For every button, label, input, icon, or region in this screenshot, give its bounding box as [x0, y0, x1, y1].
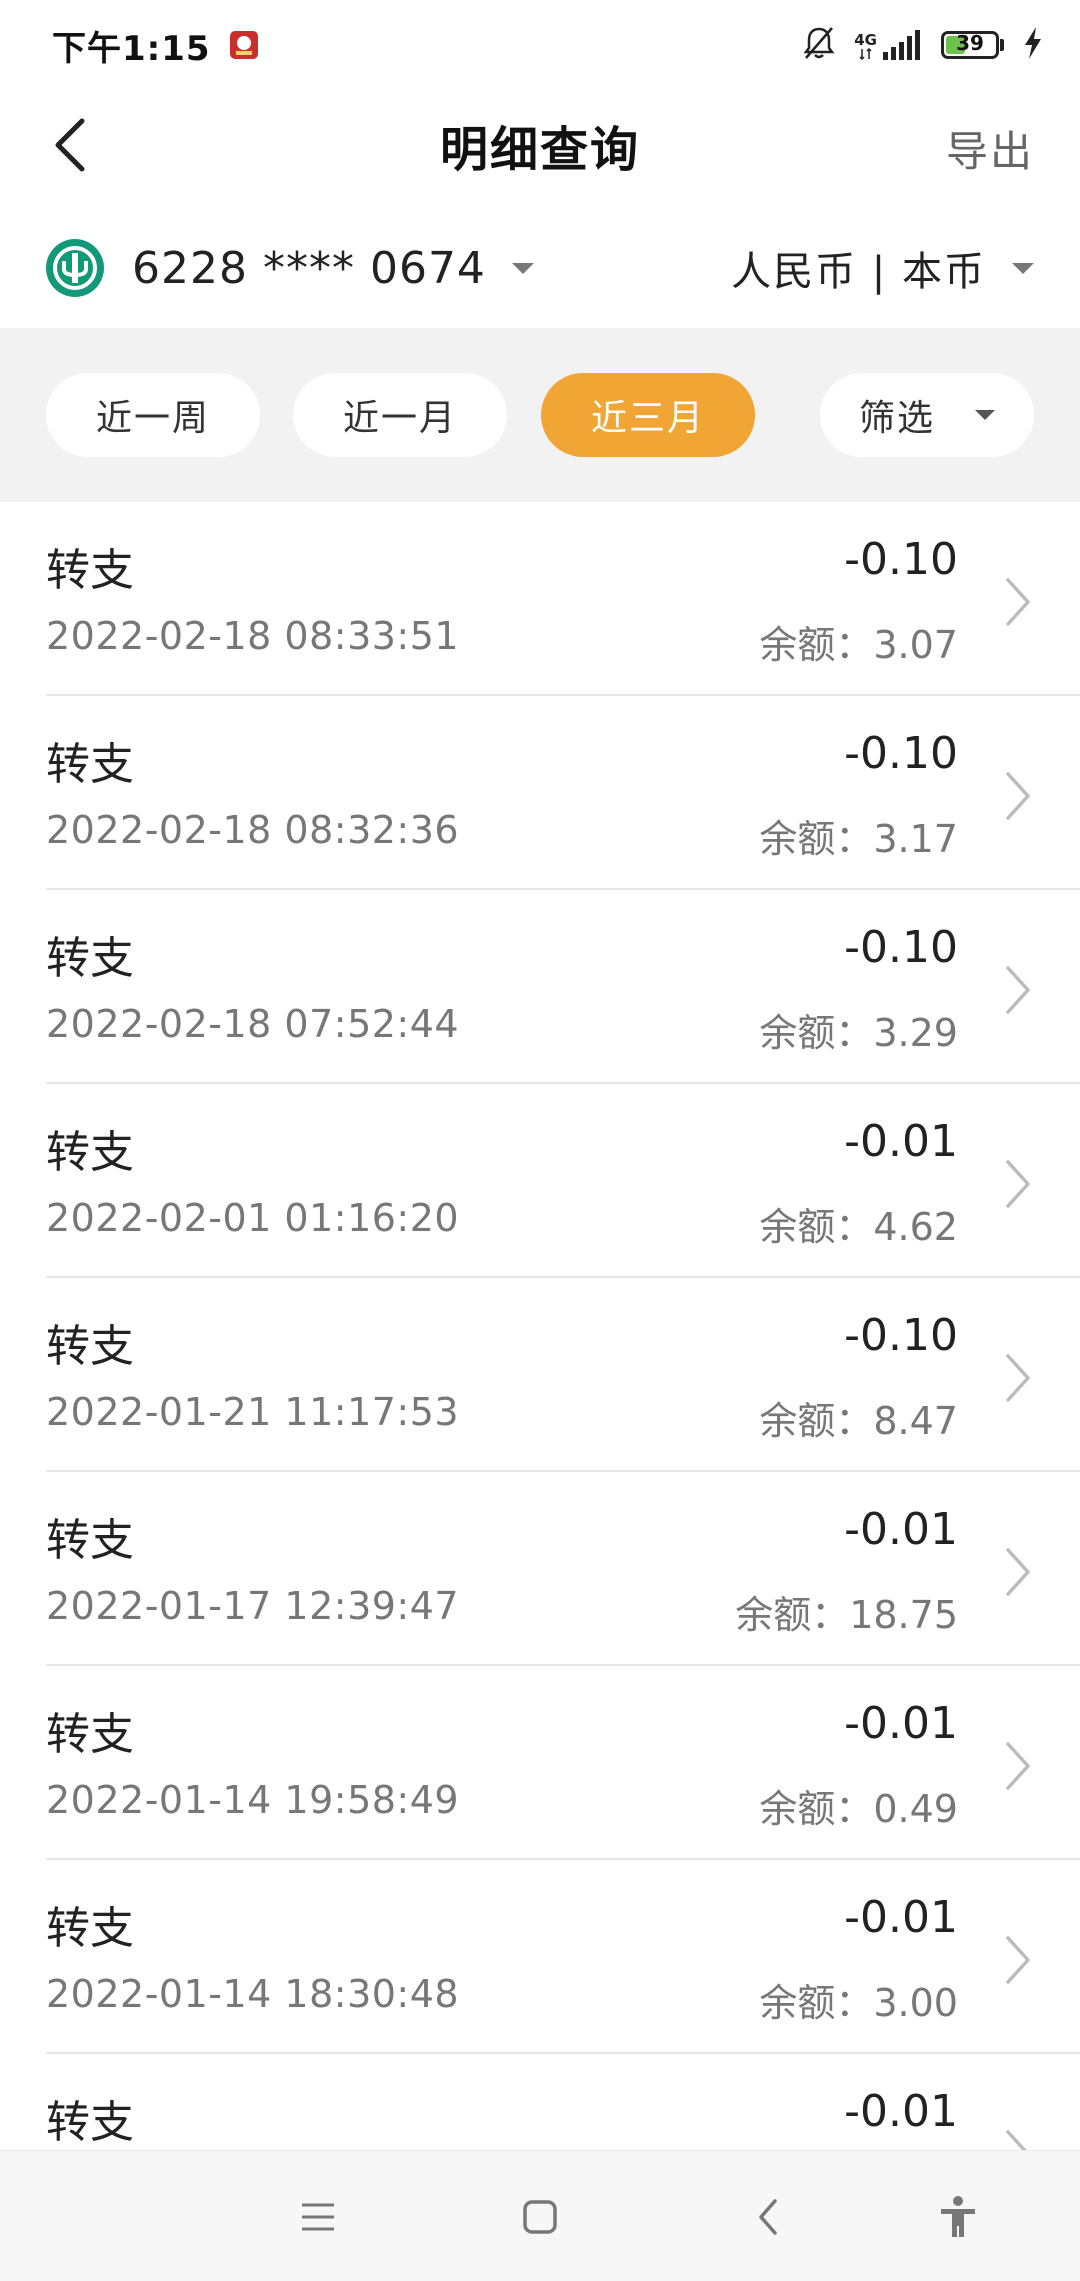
- transaction-datetime: 2022-02-18 08:32:36: [46, 808, 460, 852]
- filter-chip-week[interactable]: 近一周: [46, 373, 260, 457]
- transaction-amount: -0.10: [844, 534, 958, 585]
- transaction-balance: 余额：3.17: [759, 817, 958, 861]
- transaction-amount: -0.10: [844, 728, 958, 779]
- chevron-right-icon: [1006, 1548, 1030, 1596]
- chevron-right-icon: [1006, 578, 1030, 626]
- transaction-amount: -0.10: [844, 922, 958, 973]
- header: 明细查询 导出: [0, 90, 1080, 200]
- transaction-amount: -0.10: [844, 1310, 958, 1361]
- bank-logo-icon: [46, 239, 104, 297]
- transaction-balance: 余额：3.07: [759, 623, 958, 667]
- filter-chip-screen[interactable]: 筛选: [820, 373, 1034, 457]
- back-button[interactable]: [40, 112, 100, 178]
- transaction-balance: 余额：8.47: [759, 1399, 958, 1443]
- transaction-row[interactable]: 转支 2022-01-14 19:58:49 -0.01 余额：0.49: [0, 1666, 1080, 1860]
- chevron-right-icon: [1006, 1936, 1030, 1984]
- transaction-type: 转支: [46, 2097, 134, 2148]
- chevron-down-icon: [511, 262, 534, 274]
- transaction-row[interactable]: 转支 2022-01-14 18:30:48 -0.01 余额：3.00: [0, 1860, 1080, 2054]
- menu-icon: [302, 2203, 334, 2231]
- transaction-row[interactable]: 转支 2022-02-18 07:52:44 -0.10 余额：3.29: [0, 890, 1080, 1084]
- chevron-right-icon: [1006, 1354, 1030, 1402]
- transaction-amount: -0.01: [844, 1698, 958, 1749]
- menu-button[interactable]: [290, 2189, 346, 2245]
- mute-bell-icon: [802, 25, 836, 65]
- battery-level: 39: [956, 31, 984, 55]
- chevron-down-icon: [1012, 262, 1034, 274]
- transaction-amount: -0.01: [844, 2086, 958, 2137]
- transaction-type: 转支: [46, 1709, 134, 1760]
- filter-bar: 近一周 近一月 近三月 筛选: [0, 328, 1080, 502]
- transaction-type: 转支: [46, 1127, 134, 1178]
- transaction-type: 转支: [46, 1321, 134, 1372]
- chevron-right-icon: [1006, 772, 1030, 820]
- transaction-type: 转支: [46, 739, 134, 790]
- transaction-type: 转支: [46, 545, 134, 596]
- export-button[interactable]: 导出: [946, 118, 1034, 179]
- transaction-amount: -0.01: [844, 1116, 958, 1167]
- chevron-down-icon: [975, 410, 995, 420]
- account-row: 6228 **** 0674 人民币 | 本币: [0, 208, 1080, 328]
- filter-chip-three-months[interactable]: 近三月: [541, 373, 755, 457]
- chevron-right-icon: [1006, 1742, 1030, 1790]
- account-number: 6228 **** 0674: [132, 242, 486, 294]
- transaction-datetime: 2022-01-14 18:30:48: [46, 1972, 460, 2016]
- filter-chip-month[interactable]: 近一月: [293, 373, 507, 457]
- transaction-row[interactable]: 转支 2022-02-18 08:32:36 -0.10 余额：3.17: [0, 696, 1080, 890]
- transaction-amount: -0.01: [844, 1892, 958, 1943]
- transaction-type: 转支: [46, 1515, 134, 1566]
- chevron-right-icon: [1006, 966, 1030, 1014]
- transaction-datetime: 2022-02-01 01:16:20: [46, 1196, 460, 1240]
- transaction-row[interactable]: 转支 2022-02-18 08:33:51 -0.10 余额：3.07: [0, 502, 1080, 696]
- accessibility-icon: [941, 2196, 975, 2237]
- home-square-icon: [523, 2200, 557, 2234]
- transaction-balance: 余额：4.62: [759, 1205, 958, 1249]
- transaction-datetime: 2022-02-18 08:33:51: [46, 614, 460, 658]
- transaction-balance: 余额：0.49: [759, 1787, 958, 1831]
- currency-selector[interactable]: 人民币 | 本币: [731, 239, 1034, 297]
- transaction-type: 转支: [46, 1903, 134, 1954]
- system-nav-bar: [0, 2150, 1080, 2281]
- transaction-list: 转支 2022-02-18 08:33:51 -0.10 余额：3.07 转支 2022-…: [0, 502, 1080, 2248]
- charging-icon: [1022, 26, 1044, 64]
- chip-label: 近一周: [95, 398, 210, 439]
- app-notification-icon: [226, 28, 261, 62]
- chip-label: 近一月: [342, 398, 457, 439]
- back-arrow-icon: [55, 118, 85, 172]
- status-bar: 下午1:15 4G 39: [0, 0, 1080, 90]
- status-time: 下午1:15: [52, 28, 211, 69]
- chip-label: 筛选: [858, 398, 935, 439]
- nav-back-button[interactable]: [740, 2189, 796, 2245]
- signal-icon: 4G: [854, 30, 923, 60]
- back-icon: [759, 2199, 777, 2235]
- account-selector[interactable]: 6228 **** 0674: [46, 239, 534, 297]
- transaction-datetime: 2022-02-18 07:52:44: [46, 1002, 460, 1046]
- transaction-datetime: 2022-01-17 12:39:47: [46, 1584, 460, 1628]
- page-title: 明细查询: [439, 122, 640, 178]
- network-type: 4G: [854, 31, 877, 49]
- transaction-type: 转支: [46, 933, 134, 984]
- transaction-balance: 余额：3.29: [759, 1011, 958, 1055]
- transaction-balance: 余额：3.00: [759, 1981, 958, 2025]
- transaction-amount: -0.01: [844, 1504, 958, 1555]
- transaction-row[interactable]: 转支 2022-02-01 01:16:20 -0.01 余额：4.62: [0, 1084, 1080, 1278]
- battery-icon: 39: [941, 31, 999, 59]
- home-button[interactable]: [512, 2189, 568, 2245]
- transaction-datetime: 2022-01-14 19:58:49: [46, 1778, 460, 1822]
- currency-label: 人民币 | 本币: [731, 249, 986, 295]
- transaction-datetime: 2022-01-21 11:17:53: [46, 1390, 460, 1434]
- chevron-right-icon: [1006, 1160, 1030, 1208]
- transaction-row[interactable]: 转支 2022-01-21 11:17:53 -0.10 余额：8.47: [0, 1278, 1080, 1472]
- transaction-balance: 余额：18.75: [735, 1593, 958, 1637]
- accessibility-button[interactable]: [930, 2189, 986, 2245]
- chip-label: 近三月: [590, 398, 705, 439]
- transaction-row[interactable]: 转支 2022-01-17 12:39:47 -0.01 余额：18.75: [0, 1472, 1080, 1666]
